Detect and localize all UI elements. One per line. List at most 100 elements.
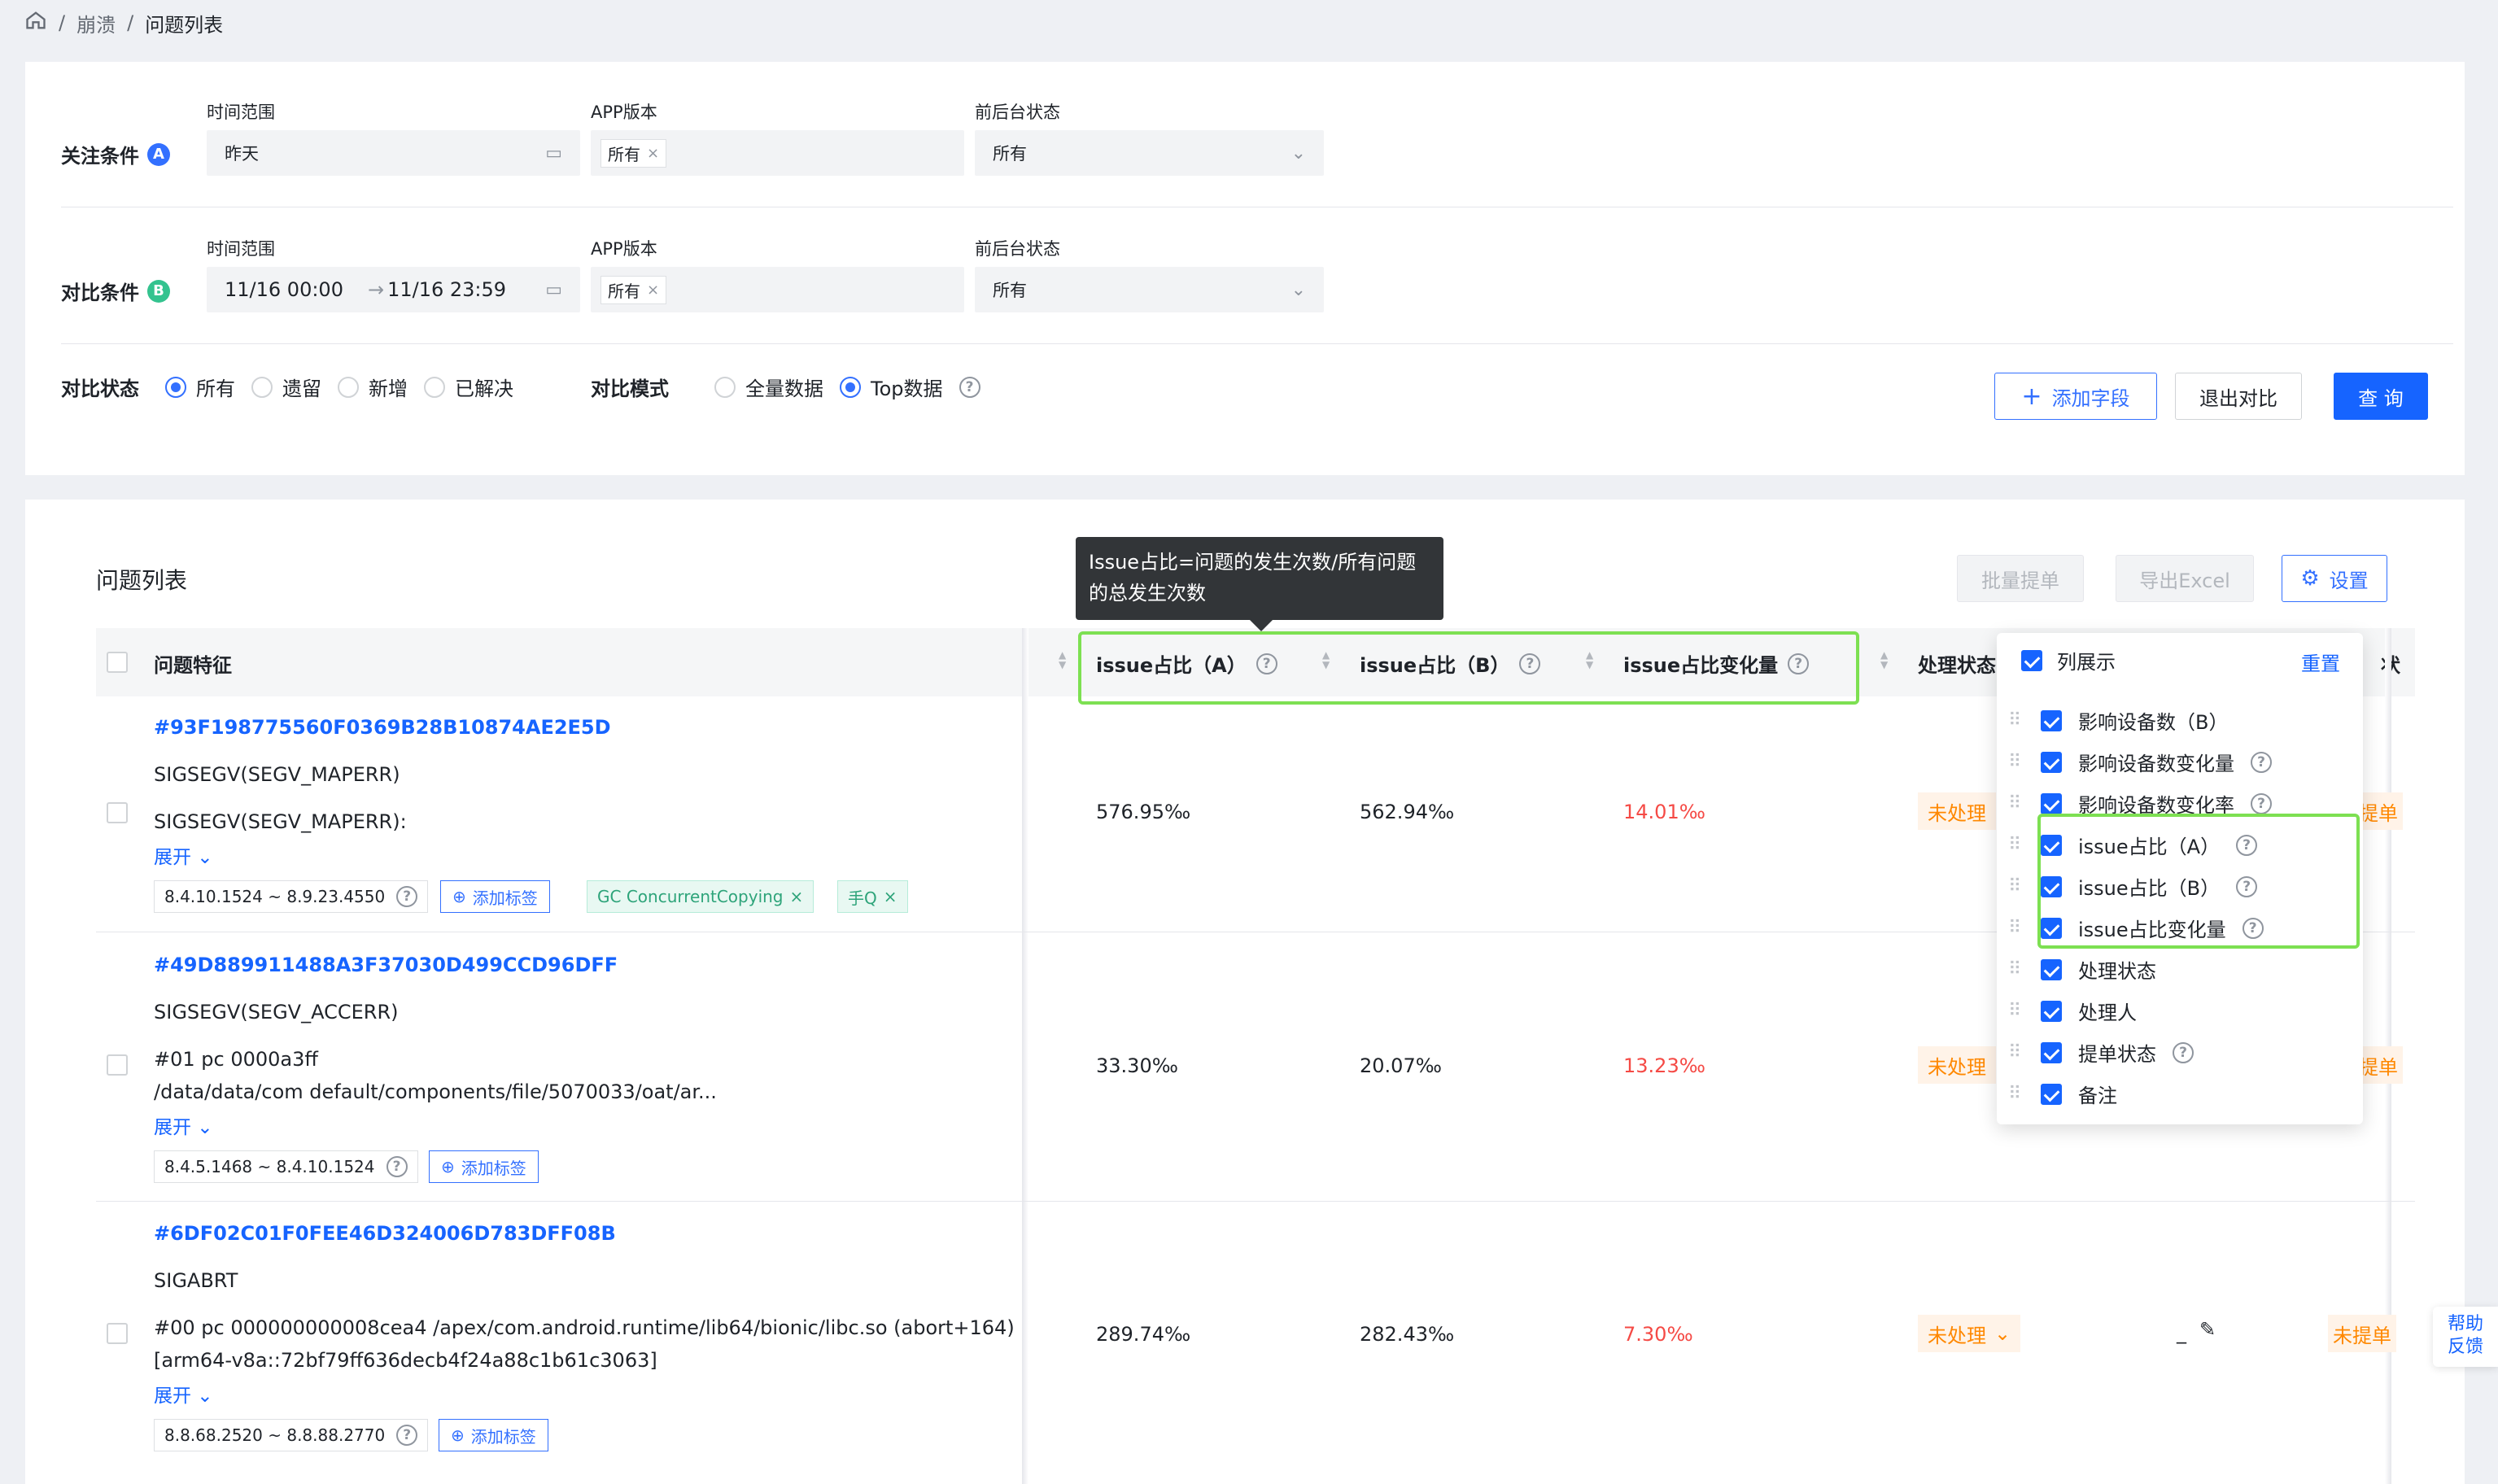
drag-handle-icon[interactable]: ⠿ bbox=[2008, 752, 2024, 772]
export-excel-button[interactable]: 导出Excel bbox=[2116, 555, 2254, 602]
column-option[interactable]: ⠿ 影响设备数（B） bbox=[2008, 700, 2350, 741]
ratio-a-value: 33.30‰ bbox=[1096, 1054, 1178, 1077]
calendar-icon: ▭ bbox=[545, 279, 562, 300]
bg-state-select-b[interactable]: 所有 ⌄ bbox=[975, 267, 1324, 312]
highlight-columns bbox=[1078, 631, 1859, 705]
help-icon[interactable]: ? bbox=[396, 886, 418, 907]
close-icon[interactable]: × bbox=[884, 887, 897, 906]
status-dropdown[interactable]: 未处理 ⌄ bbox=[1918, 1315, 2021, 1352]
radio-top-data[interactable]: Top数据 bbox=[840, 373, 943, 401]
help-icon[interactable]: ? bbox=[2251, 792, 2272, 814]
ratio-b-value: 562.94‰ bbox=[1360, 801, 1455, 823]
home-icon[interactable] bbox=[24, 9, 47, 37]
ratio-a-value: 576.95‰ bbox=[1096, 801, 1191, 823]
radio-new[interactable]: 新增 bbox=[338, 373, 408, 401]
help-icon[interactable]: ? bbox=[396, 1425, 418, 1446]
status-badge[interactable]: 未处理 bbox=[1918, 792, 1996, 830]
radio-resolved[interactable]: 已解决 bbox=[424, 373, 513, 401]
time-range-label-b: 时间范围 bbox=[207, 239, 275, 259]
help-feedback-button[interactable]: 帮助 反馈 bbox=[2433, 1307, 2498, 1367]
version-range: 8.8.68.2520 ~ 8.8.88.2770? bbox=[154, 1419, 429, 1451]
column-option[interactable]: ⠿ 影响设备数变化量? bbox=[2008, 741, 2350, 783]
drag-handle-icon[interactable]: ⠿ bbox=[2008, 1042, 2024, 1063]
close-icon[interactable]: × bbox=[647, 145, 659, 162]
radio-legacy[interactable]: 遗留 bbox=[251, 373, 321, 401]
row-checkbox[interactable] bbox=[107, 802, 128, 823]
issue-line3: [arm64-v8a::72bf79ff636decb4f24a88c1b61c… bbox=[154, 1349, 657, 1372]
app-version-label-a: APP版本 bbox=[591, 103, 657, 122]
add-field-button[interactable]: + 添加字段 bbox=[1994, 373, 2157, 420]
issue-line3: /data/data/com default/components/file/5… bbox=[154, 1080, 717, 1103]
row-checkbox[interactable] bbox=[107, 1323, 128, 1344]
reset-button[interactable]: 重置 bbox=[2301, 648, 2340, 676]
close-icon[interactable]: × bbox=[647, 282, 659, 299]
column-option[interactable]: ⠿ 备注 bbox=[2008, 1073, 2350, 1115]
select-all-checkbox[interactable] bbox=[107, 652, 128, 673]
column-option[interactable]: ⠿ 提单状态? bbox=[2008, 1032, 2350, 1073]
expand-link[interactable]: 展开 ⌄ bbox=[154, 1111, 213, 1139]
issue-line2: #01 pc 0000a3ff bbox=[154, 1048, 318, 1071]
breadcrumb-item-crash[interactable]: 崩溃 bbox=[76, 9, 116, 37]
drag-handle-icon[interactable]: ⠿ bbox=[2008, 835, 2024, 855]
row-checkbox[interactable] bbox=[107, 1054, 128, 1076]
close-icon[interactable]: × bbox=[790, 887, 804, 906]
add-tag-button[interactable]: ⊕ 添加标签 bbox=[440, 880, 550, 913]
badge-b: B bbox=[147, 279, 170, 303]
add-tag-button[interactable]: ⊕ 添加标签 bbox=[439, 1419, 548, 1451]
help-icon[interactable]: ? bbox=[959, 376, 980, 398]
bg-state-label-b: 前后台状态 bbox=[975, 239, 1060, 259]
select-all-columns-checkbox[interactable] bbox=[2021, 649, 2042, 671]
issue-id-link[interactable]: #6DF02C01F0FEE46D324006D783DFF08B bbox=[154, 1222, 616, 1245]
drag-handle-icon[interactable]: ⠿ bbox=[2008, 959, 2024, 980]
time-range-input-a[interactable]: 昨天 ▭ bbox=[207, 130, 580, 176]
help-icon[interactable]: ? bbox=[2173, 1041, 2194, 1063]
drag-handle-icon[interactable]: ⠿ bbox=[2008, 793, 2024, 814]
drag-handle-icon[interactable]: ⠿ bbox=[2008, 918, 2024, 938]
column-settings-popup: 列展示 重置 ⠿ 影响设备数（B） ⠿ 影响设备数变化量? ⠿ 影响设备数变化率? ⠿… bbox=[1997, 633, 2363, 1124]
drag-handle-icon[interactable]: ⠿ bbox=[2008, 876, 2024, 897]
expand-link[interactable]: 展开 ⌄ bbox=[154, 1380, 213, 1408]
column-option[interactable]: ⠿ 处理状态 bbox=[2008, 949, 2350, 990]
edit-icon[interactable]: ✎ bbox=[2199, 1318, 2216, 1341]
bg-state-select-a[interactable]: 所有 ⌄ bbox=[975, 130, 1324, 176]
drag-handle-icon[interactable]: ⠿ bbox=[2008, 1084, 2024, 1104]
time-range-label-a: 时间范围 bbox=[207, 103, 275, 122]
column-option[interactable]: ⠿ 处理人 bbox=[2008, 990, 2350, 1032]
app-version-select-b[interactable]: 所有 × bbox=[591, 267, 964, 312]
app-version-select-a[interactable]: 所有 × bbox=[591, 130, 964, 176]
time-range-input-b[interactable]: 11/16 00:00 → 11/16 23:59 ▭ bbox=[207, 267, 580, 312]
list-title: 问题列表 bbox=[96, 567, 188, 594]
sort-icon[interactable]: ▲ ▼ bbox=[1059, 650, 1066, 670]
issue-line1: SIGSEGV(SEGV_MAPERR) bbox=[154, 763, 400, 786]
issue-line2: SIGSEGV(SEGV_MAPERR): bbox=[154, 810, 407, 833]
ratio-tooltip: Issue占比=问题的发生次数/所有问题的总发生次数 bbox=[1076, 537, 1443, 631]
chevron-down-icon: ⌄ bbox=[1290, 142, 1306, 164]
ratio-b-value: 20.07‰ bbox=[1360, 1054, 1442, 1077]
add-tag-button[interactable]: ⊕ 添加标签 bbox=[429, 1150, 539, 1183]
ratio-b-value: 282.43‰ bbox=[1360, 1323, 1455, 1346]
drag-handle-icon[interactable]: ⠿ bbox=[2008, 1001, 2024, 1021]
compare-state-group: 对比状态 所有 遗留 新增 已解决 bbox=[61, 373, 513, 401]
radio-all[interactable]: 所有 bbox=[165, 373, 235, 401]
settings-button[interactable]: ⚙ 设置 bbox=[2282, 555, 2387, 602]
plus-circle-icon: ⊕ bbox=[451, 1425, 465, 1445]
radio-full-data[interactable]: 全量数据 bbox=[714, 373, 823, 401]
ratio-change-value: 13.23‰ bbox=[1623, 1054, 1705, 1077]
plus-icon: + bbox=[2021, 382, 2042, 411]
issue-id-link[interactable]: #49D889911488A3F37030D499CCD96DFF bbox=[154, 954, 618, 976]
batch-ticket-button[interactable]: 批量提单 bbox=[1957, 555, 2084, 602]
issue-id-link[interactable]: #93F198775560F0369B28B10874AE2E5D bbox=[154, 716, 611, 739]
badge-a: A bbox=[147, 142, 170, 166]
help-icon[interactable]: ? bbox=[386, 1156, 408, 1177]
exit-compare-button[interactable]: 退出对比 bbox=[2175, 373, 2302, 420]
expand-link[interactable]: 展开 ⌄ bbox=[154, 841, 213, 869]
ratio-change-value: 7.30‰ bbox=[1623, 1323, 1693, 1346]
help-icon[interactable]: ? bbox=[2251, 751, 2272, 773]
drag-handle-icon[interactable]: ⠿ bbox=[2008, 710, 2024, 731]
sort-icon[interactable]: ▲ ▼ bbox=[1880, 650, 1888, 670]
status-badge[interactable]: 未处理 bbox=[1918, 1046, 1996, 1084]
chevron-down-icon: ⌄ bbox=[1994, 1322, 2011, 1345]
query-button[interactable]: 查 询 bbox=[2334, 373, 2428, 420]
handler-empty: _ bbox=[2177, 1321, 2186, 1344]
issue-line1: SIGSEGV(SEGV_ACCERR) bbox=[154, 1001, 399, 1024]
